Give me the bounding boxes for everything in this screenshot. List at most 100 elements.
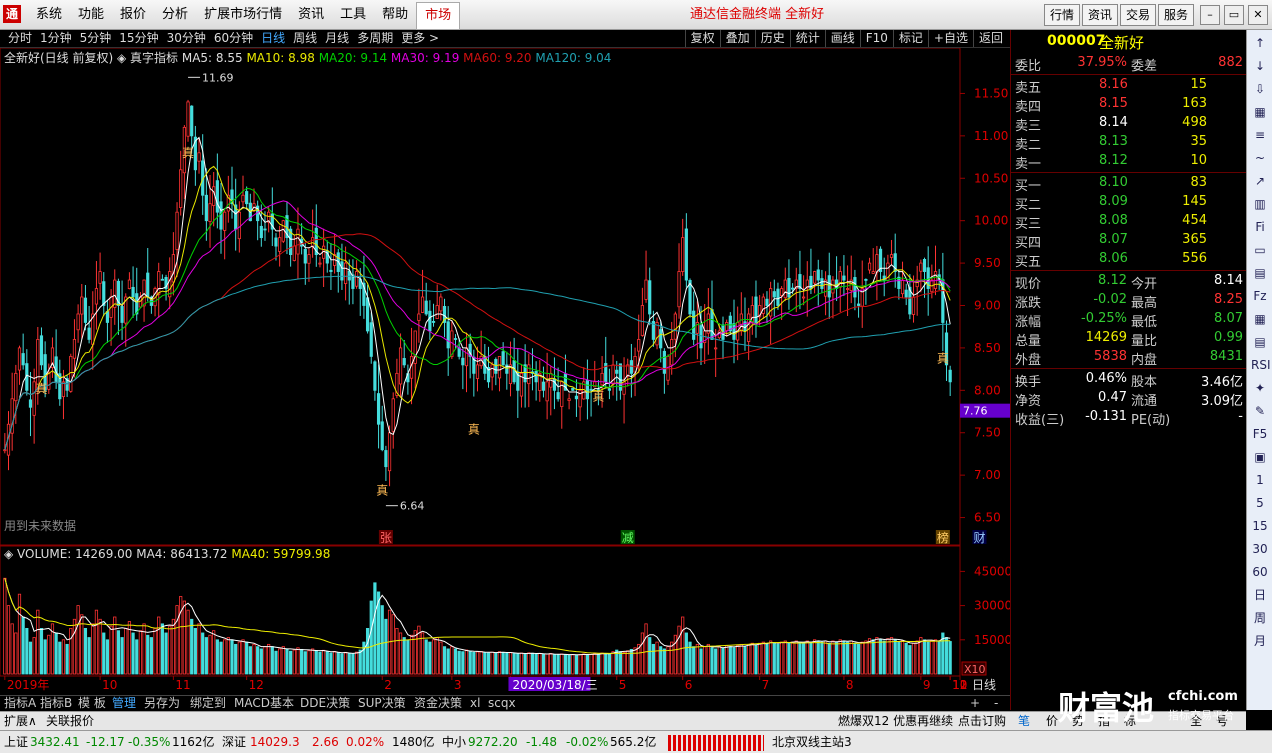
event-marker[interactable]: 减 xyxy=(622,531,634,545)
f5-icon[interactable]: F5 xyxy=(1251,425,1269,443)
close-button[interactable]: ✕ xyxy=(1248,5,1268,25)
menu-item-function[interactable]: 功能 xyxy=(70,0,112,30)
pencil-icon[interactable]: ✎ xyxy=(1251,402,1269,420)
indicator-tab-8[interactable]: SUP决策 xyxy=(358,696,406,711)
period-tab-2[interactable]: 5分钟 xyxy=(76,30,116,47)
indicator-tab-1[interactable]: 指标B xyxy=(40,696,72,711)
indicator-tab-2[interactable]: 模 板 xyxy=(78,696,106,711)
maximize-button[interactable]: ▭ xyxy=(1224,5,1244,25)
rsi-icon[interactable]: RSI xyxy=(1251,356,1271,374)
menu-item-quote[interactable]: 报价 xyxy=(112,0,154,30)
add-tab-button[interactable]: + xyxy=(970,696,980,711)
box-icon[interactable]: ▣ xyxy=(1251,448,1269,466)
period-15-icon[interactable]: 15 xyxy=(1251,517,1269,535)
promo-text[interactable]: 燃爆双12 优惠再继续 xyxy=(838,712,953,730)
kline-chart[interactable]: 6.50 7.00 7.50 8.00 8.50 9.00 9.50 10.00 10.50 11… xyxy=(0,48,1010,695)
arrow-up-icon[interactable]: ↑ xyxy=(1251,34,1269,52)
chart-tool-7[interactable]: +自选 xyxy=(927,30,973,47)
right-tab-pen[interactable]: 笔 xyxy=(1018,712,1030,730)
indicator-tab-10[interactable]: xl xyxy=(470,696,480,711)
chart-tool-8[interactable]: 返回 xyxy=(972,30,1008,47)
menu-item-analysis[interactable]: 分析 xyxy=(154,0,196,30)
volume-tick-label: 30000 xyxy=(974,599,1010,613)
volume-bar xyxy=(725,645,729,675)
trend-icon[interactable]: ↗ xyxy=(1251,172,1269,190)
service-button[interactable]: 服务 xyxy=(1157,4,1194,26)
finance-icon[interactable]: Fi xyxy=(1251,218,1269,236)
minimize-button[interactable]: – xyxy=(1200,5,1220,25)
chart-tool-3[interactable]: 统计 xyxy=(789,30,825,47)
chart-tool-4[interactable]: 画线 xyxy=(824,30,860,47)
quote-button[interactable]: 行情 xyxy=(1043,4,1080,26)
volume-bar xyxy=(736,645,740,675)
period-tab-4[interactable]: 30分钟 xyxy=(163,30,210,47)
period-month-icon[interactable]: 月 xyxy=(1251,632,1269,650)
grid2-icon[interactable]: ▦ xyxy=(1251,310,1269,328)
fz-icon[interactable]: Fz xyxy=(1251,287,1269,305)
chart-tool-2[interactable]: 历史 xyxy=(754,30,790,47)
period-tab-5[interactable]: 60分钟 xyxy=(210,30,257,47)
period-tab-10[interactable]: 更多 > xyxy=(397,30,443,47)
indicator-tab-0[interactable]: 指标A xyxy=(4,696,36,711)
server-name[interactable]: 北京双线主站3 xyxy=(772,734,852,751)
indicator-tab-6[interactable]: MACD基本 xyxy=(234,696,294,711)
chart-tool-5[interactable]: F10 xyxy=(859,30,893,47)
event-marker[interactable]: 财 xyxy=(973,531,985,545)
news-button[interactable]: 资讯 xyxy=(1081,4,1118,26)
period-60-icon[interactable]: 60 xyxy=(1251,563,1269,581)
grid-icon[interactable]: ▦ xyxy=(1251,103,1269,121)
indicator-tab-11[interactable]: scqx xyxy=(488,696,516,711)
arrow-down-icon[interactable]: ↓ xyxy=(1251,57,1269,75)
menu-item-system[interactable]: 系统 xyxy=(28,0,70,30)
chart-tool-1[interactable]: 叠加 xyxy=(719,30,755,47)
trade-button[interactable]: 交易 xyxy=(1119,4,1156,26)
linked-quote-tab[interactable]: 关联报价 xyxy=(46,712,94,730)
extend-toggle[interactable]: 扩展∧ xyxy=(4,712,37,730)
wave-icon[interactable]: ~ xyxy=(1251,149,1269,167)
indicator-tab-3[interactable]: 管理 xyxy=(112,696,136,711)
menu-item-news[interactable]: 资讯 xyxy=(290,0,332,30)
candle-body xyxy=(17,347,22,371)
candle-body xyxy=(428,310,432,332)
stack-icon[interactable]: ▤ xyxy=(1251,264,1269,282)
star-icon[interactable]: ✦ xyxy=(1251,379,1269,397)
event-marker[interactable]: 张 xyxy=(380,531,392,545)
indicator-tab-9[interactable]: 资金决策 xyxy=(414,696,462,711)
chart-area[interactable]: 6.50 7.00 7.50 8.00 8.50 9.00 9.50 10.00 10.50 11… xyxy=(0,48,1010,692)
chart-tool-0[interactable]: 复权 xyxy=(684,30,720,47)
remove-tab-button[interactable]: - xyxy=(994,696,998,711)
subscribe-link[interactable]: 点击订购 xyxy=(958,712,1006,730)
stack2-icon[interactable]: ▤ xyxy=(1251,333,1269,351)
period-5-icon[interactable]: 5 xyxy=(1251,494,1269,512)
period-tab-1[interactable]: 1分钟 xyxy=(36,30,76,47)
table-icon[interactable]: ▥ xyxy=(1251,195,1269,213)
candle-body xyxy=(637,339,641,352)
period-tab-8[interactable]: 月线 xyxy=(321,30,353,47)
volume-bar xyxy=(289,650,293,675)
indicator-name[interactable]: ◈ 真字指标 xyxy=(117,50,182,65)
menu-item-help[interactable]: 帮助 xyxy=(374,0,416,30)
period-tab-6[interactable]: 日线 xyxy=(257,30,289,47)
window-icon[interactable]: ▭ xyxy=(1251,241,1269,259)
period-week-icon[interactable]: 周 xyxy=(1251,609,1269,627)
period-tab-9[interactable]: 多周期 xyxy=(353,30,397,47)
period-tab-7[interactable]: 周线 xyxy=(289,30,321,47)
bid-label: 买三 xyxy=(1015,217,1042,232)
indicator-tab-5[interactable]: 绑定到 xyxy=(190,696,226,711)
period-tab-3[interactable]: 15分钟 xyxy=(115,30,162,47)
event-marker[interactable]: 榜 xyxy=(937,530,949,545)
period-tab-0[interactable]: 分时 xyxy=(4,30,36,47)
quote-panel: 000007 全新好 委比 37.95% 委差 882 卖五 8.16 15 卖四 8.15 16… xyxy=(1010,30,1247,710)
indicator-tab-4[interactable]: 另存为 xyxy=(144,696,180,711)
menu-item-market[interactable]: 市场 xyxy=(416,2,461,30)
period-day-icon[interactable]: 日 xyxy=(1251,586,1269,604)
list-icon[interactable]: ≡ xyxy=(1251,126,1269,144)
download-icon[interactable]: ⇩ xyxy=(1251,80,1269,98)
period-30-icon[interactable]: 30 xyxy=(1251,540,1269,558)
indicator-tab-7[interactable]: DDE决策 xyxy=(300,696,350,711)
chart-tool-6[interactable]: 标记 xyxy=(892,30,928,47)
x10-badge[interactable]: X10 xyxy=(964,663,986,676)
period-1-icon[interactable]: 1 xyxy=(1251,471,1269,489)
menu-item-ext-market[interactable]: 扩展市场行情 xyxy=(196,0,290,30)
menu-item-tools[interactable]: 工具 xyxy=(332,0,374,30)
